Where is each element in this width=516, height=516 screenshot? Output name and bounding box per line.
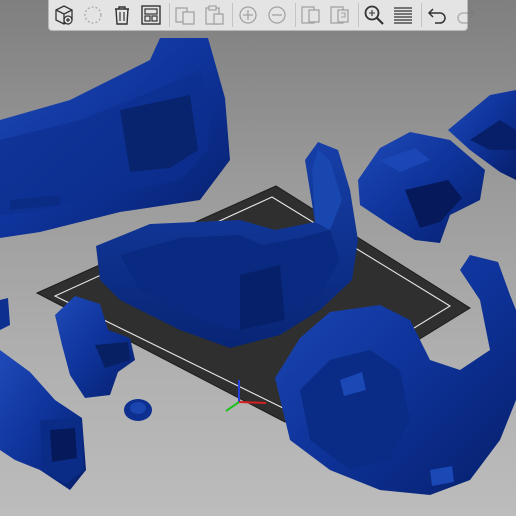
3d-viewport[interactable] xyxy=(0,0,516,516)
delete-all-button[interactable] xyxy=(109,2,135,28)
copy-button[interactable] xyxy=(172,2,198,28)
paste-icon xyxy=(205,5,224,25)
redo-button[interactable] xyxy=(453,2,479,28)
remove-instance-button[interactable] xyxy=(264,2,290,28)
split-objects-icon xyxy=(301,6,320,24)
cube-add-icon xyxy=(55,5,73,25)
toolbar-separator xyxy=(169,3,170,27)
toolbar-separator xyxy=(421,3,422,27)
plus-circle-icon xyxy=(239,6,257,24)
layers-editing-button[interactable] xyxy=(390,2,416,28)
main-toolbar xyxy=(48,0,476,31)
toolbar-separator xyxy=(358,3,359,27)
split-parts-button[interactable] xyxy=(327,2,353,28)
delete-dashed-icon xyxy=(84,6,102,24)
model-part-faceplate[interactable] xyxy=(358,132,485,243)
layers-icon xyxy=(394,7,412,24)
undo-button[interactable] xyxy=(424,2,450,28)
redo-icon xyxy=(457,8,476,24)
paste-button[interactable] xyxy=(201,2,227,28)
arrange-grid-icon xyxy=(141,5,161,25)
delete-button[interactable] xyxy=(80,2,106,28)
search-icon xyxy=(364,5,384,25)
trash-icon xyxy=(115,6,129,25)
scene xyxy=(0,38,516,495)
minus-circle-icon xyxy=(268,6,286,24)
model-part-large-band[interactable] xyxy=(0,38,230,238)
toolbar-separator xyxy=(232,3,233,27)
toolbar-separator xyxy=(295,3,296,27)
split-parts-icon xyxy=(330,6,349,24)
arrange-button[interactable] xyxy=(138,2,164,28)
split-objects-button[interactable] xyxy=(298,2,324,28)
search-button[interactable] xyxy=(361,2,387,28)
add-instance-button[interactable] xyxy=(235,2,261,28)
copy-icon xyxy=(175,7,195,25)
add-object-button[interactable] xyxy=(51,2,77,28)
undo-icon xyxy=(427,8,446,24)
